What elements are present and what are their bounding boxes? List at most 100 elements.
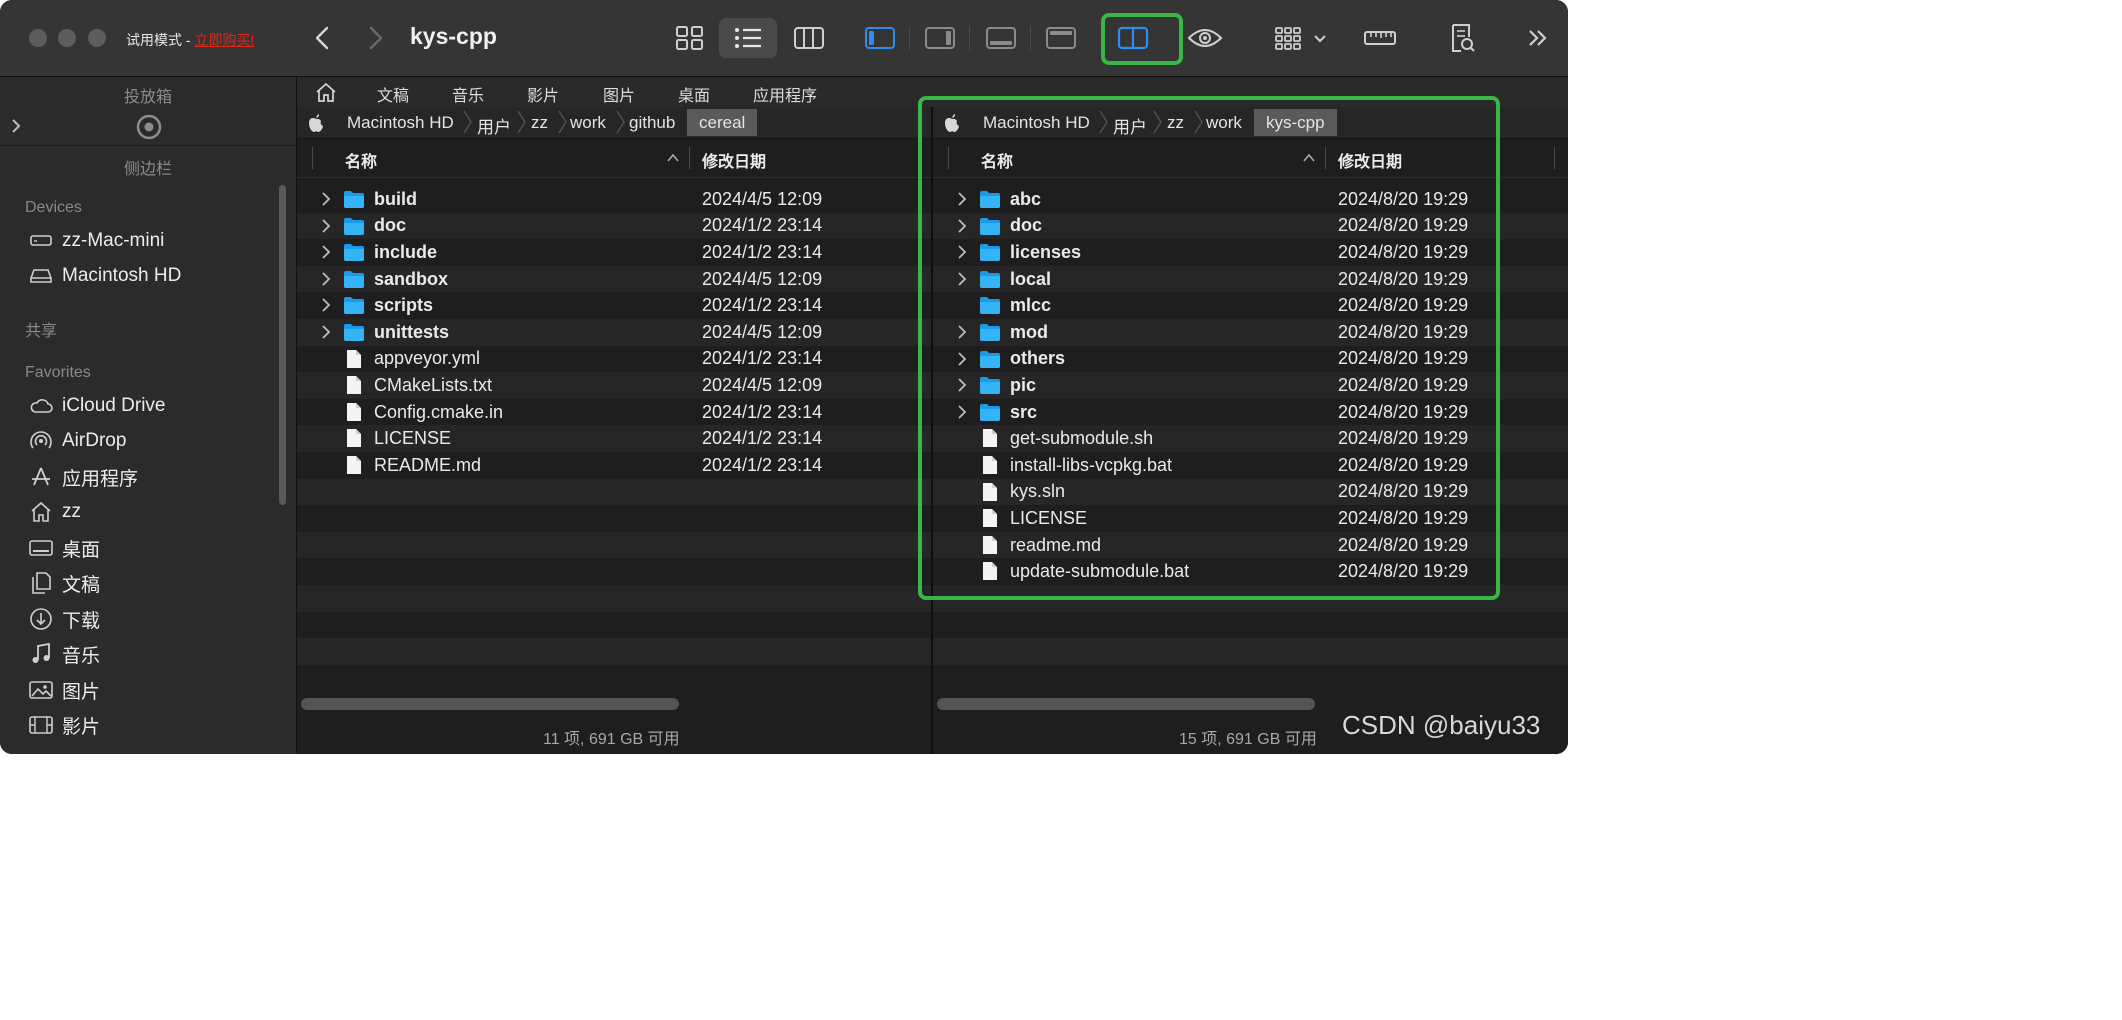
column-divider	[312, 147, 313, 169]
sidebar-item-zz-mac-mini[interactable]: zz-Mac-mini	[28, 225, 164, 257]
close-window-button[interactable]	[29, 29, 47, 47]
target-icon[interactable]	[136, 114, 162, 140]
disclosure-triangle-icon[interactable]	[320, 325, 332, 339]
favbar-item-music[interactable]: 音乐	[452, 82, 484, 106]
empty-row	[297, 558, 931, 585]
left-file-list: build 2024/4/5 12:09 doc 2024/1/2 23:14 incl…	[297, 186, 931, 691]
file-row[interactable]: scripts 2024/1/2 23:14	[297, 292, 931, 319]
favbar-item-pictures[interactable]: 图片	[603, 82, 635, 106]
sidebar-item-music[interactable]: 音乐	[28, 638, 100, 670]
disclosure-triangle-icon[interactable]	[320, 192, 332, 206]
sidebar-item-desktop[interactable]: 桌面	[28, 532, 100, 564]
document-icon	[347, 402, 361, 421]
measure-button[interactable]	[1360, 18, 1400, 58]
sidebar-item-label: Macintosh HD	[62, 265, 182, 286]
back-button[interactable]	[308, 22, 338, 54]
toolbar: 试用模式 - 立即购买! kys-cpp	[0, 0, 1568, 77]
film-icon	[28, 714, 54, 736]
chevron-right-icon[interactable]	[10, 118, 22, 134]
favbar-item-documents[interactable]: 文稿	[377, 82, 409, 106]
file-modified-date: 2024/1/2 23:14	[702, 401, 823, 422]
file-row[interactable]: unittests 2024/4/5 12:09	[297, 318, 931, 346]
date-column-header[interactable]: 修改日期	[702, 148, 766, 172]
cloud-icon	[28, 395, 54, 417]
file-row[interactable]: appveyor.yml 2024/1/2 23:14	[297, 346, 931, 373]
sidebar-item-label: 影片	[62, 716, 101, 738]
sidebar-item-label: 音乐	[62, 645, 101, 667]
empty-row	[933, 612, 1568, 639]
sidebar-item-home[interactable]: zz	[28, 496, 81, 528]
column-view-button[interactable]	[789, 18, 829, 58]
favbar-item-applications[interactable]: 应用程序	[753, 82, 817, 106]
toolbar-separator	[969, 26, 970, 50]
dual-pane-button[interactable]	[1111, 18, 1155, 58]
file-row[interactable]: LICENSE 2024/1/2 23:14	[297, 425, 931, 452]
sidebar-item-macintosh-hd[interactable]: Macintosh HD	[28, 260, 181, 292]
sidebar-scroll-thumb[interactable]	[279, 185, 286, 505]
right-horizontal-scrollbar[interactable]	[937, 698, 1315, 710]
sidebar-item-documents[interactable]: 文稿	[28, 567, 100, 599]
crumb-github[interactable]: github	[629, 113, 675, 133]
crumb-separator	[616, 110, 625, 134]
home-icon[interactable]	[315, 82, 337, 102]
disclosure-triangle-icon[interactable]	[320, 218, 332, 233]
disclosure-triangle-icon[interactable]	[320, 272, 332, 286]
toggle-right-sidebar-button[interactable]	[920, 18, 960, 58]
sidebar-item-icloud-drive[interactable]: iCloud Drive	[28, 390, 165, 422]
list-view-button[interactable]	[719, 18, 777, 58]
left-horizontal-scrollbar[interactable]	[301, 698, 679, 710]
crumb-cereal-current[interactable]: cereal	[687, 109, 758, 136]
more-toolbar-button[interactable]	[1520, 18, 1556, 58]
crumb-macintosh-hd[interactable]: Macintosh HD	[347, 113, 454, 133]
info-button[interactable]	[1442, 18, 1482, 58]
file-row[interactable]: sandbox 2024/4/5 12:09	[297, 265, 931, 293]
file-row[interactable]: README.md 2024/1/2 23:14	[297, 452, 931, 479]
sidebar-item-pictures[interactable]: 图片	[28, 674, 100, 706]
sidebar-scrollbar[interactable]	[276, 181, 288, 741]
sidebar-item-airdrop[interactable]: AirDrop	[28, 425, 126, 457]
sidebar-item-label: zz-Mac-mini	[62, 230, 165, 251]
toggle-top-panel-button[interactable]	[1041, 18, 1081, 58]
devices-section-header: Devices	[25, 199, 82, 216]
crumb-zz[interactable]: zz	[531, 113, 548, 133]
info-doc-icon	[1452, 24, 1475, 52]
crumb-work[interactable]: work	[570, 113, 606, 133]
document-icon	[347, 376, 361, 395]
minimize-window-button[interactable]	[58, 29, 76, 47]
sidebar-item-movies[interactable]: 影片	[28, 709, 100, 741]
sidebar-item-label: 应用程序	[62, 468, 139, 490]
crumb-users[interactable]: 用户	[477, 113, 511, 138]
sidebar-item-label: AirDrop	[62, 430, 127, 451]
toggle-bottom-panel-button[interactable]	[981, 18, 1021, 58]
chevron-left-icon	[315, 26, 329, 50]
zoom-window-button[interactable]	[88, 29, 106, 47]
file-row[interactable]: Config.cmake.in 2024/1/2 23:14	[297, 399, 931, 426]
file-row[interactable]: doc 2024/1/2 23:14	[297, 212, 931, 240]
eye-icon	[1187, 29, 1223, 47]
toggle-left-sidebar-button[interactable]	[860, 18, 900, 58]
sort-ascending-icon[interactable]	[667, 153, 679, 163]
favbar-item-movies[interactable]: 影片	[527, 82, 559, 106]
apple-icon[interactable]	[307, 113, 325, 133]
favbar-item-desktop[interactable]: 桌面	[678, 82, 710, 106]
forward-button[interactable]	[360, 22, 390, 54]
file-row[interactable]: include 2024/1/2 23:14	[297, 239, 931, 266]
file-name: build	[374, 188, 417, 209]
file-row[interactable]: CMakeLists.txt 2024/4/5 12:09	[297, 372, 931, 399]
group-by-button[interactable]	[1270, 18, 1330, 58]
buy-now-link[interactable]: 立即购买!	[194, 32, 254, 48]
grid-view-button[interactable]	[670, 18, 710, 58]
file-row[interactable]: build 2024/4/5 12:09	[297, 186, 931, 213]
disclosure-triangle-icon[interactable]	[320, 298, 332, 313]
chevron-right-icon	[369, 26, 383, 50]
sidebar-item-applications[interactable]: 应用程序	[28, 461, 138, 493]
sidebar-item-label: 下载	[62, 610, 101, 632]
disclosure-triangle-icon[interactable]	[320, 245, 332, 259]
file-name: README.md	[374, 454, 482, 475]
crumb-separator	[558, 110, 567, 134]
name-column-header[interactable]: 名称	[345, 148, 377, 172]
toolbar-separator	[1030, 26, 1031, 50]
quick-look-button[interactable]	[1185, 18, 1225, 58]
desktop-icon	[28, 537, 54, 559]
sidebar-item-downloads[interactable]: 下载	[28, 603, 100, 635]
